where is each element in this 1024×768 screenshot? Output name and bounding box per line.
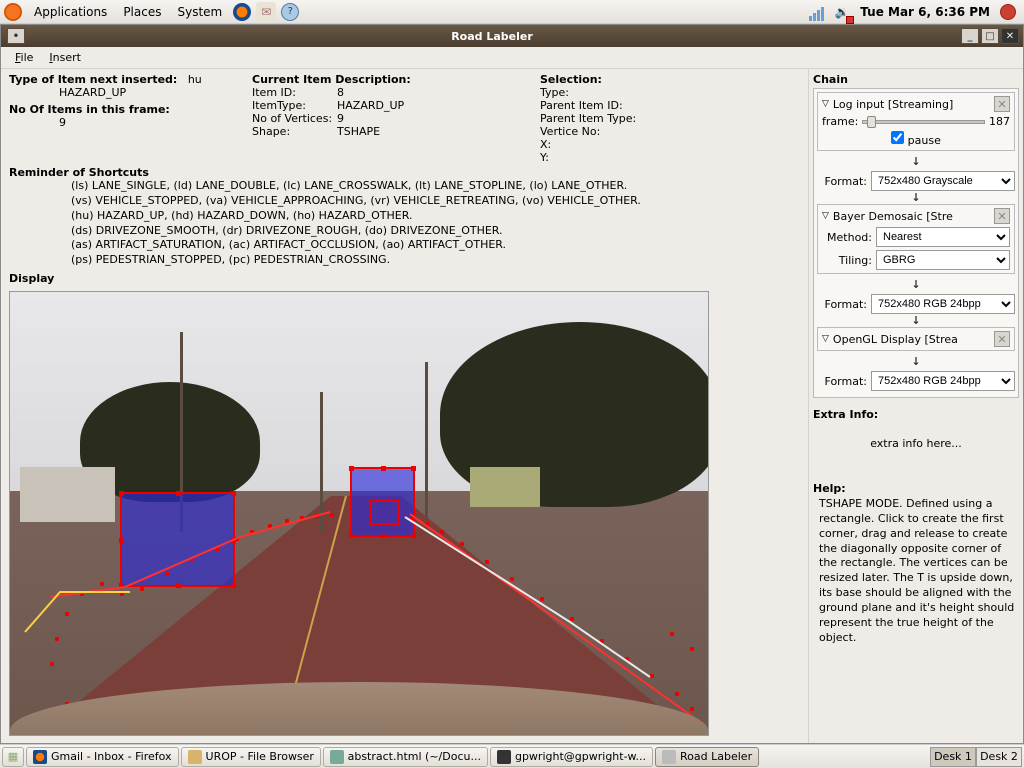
road-labeler-window: • Road Labeler _ □ ✕ File Insert Type of… [0, 24, 1024, 744]
file-menu[interactable]: File [7, 49, 41, 66]
system-menu[interactable]: System [169, 3, 230, 21]
arrow-down-icon: ↓ [817, 278, 1015, 291]
shutdown-icon[interactable] [998, 2, 1018, 22]
frame-value: 187 [989, 115, 1010, 128]
mode-label: Current Mode: [621, 742, 710, 743]
chain-item-opengl: OpenGL Display [Strea [833, 333, 994, 346]
gnome-bottom-panel: ▦ Gmail - Inbox - Firefox UROP - File Br… [0, 744, 1024, 768]
item-id-label: Item ID: [252, 86, 337, 99]
type-inserted-value: HAZARD_UP [9, 86, 234, 99]
tiling-label: Tiling: [822, 254, 872, 267]
image-canvas[interactable] [9, 291, 709, 736]
selection-label: Selection: [540, 73, 636, 86]
shortcuts-title: Reminder of Shortcuts [9, 166, 800, 179]
item-type-value: HAZARD_UP [337, 99, 404, 112]
insert-menu[interactable]: Insert [41, 49, 89, 66]
tiling-select[interactable]: GBRG [876, 250, 1010, 270]
close-icon[interactable]: ✕ [994, 208, 1010, 224]
minimize-button[interactable]: _ [961, 28, 979, 44]
extra-info-text: extra info here... [813, 423, 1019, 464]
collapse-icon[interactable]: ▽ [822, 211, 829, 221]
no-vertices-value: 9 [337, 112, 344, 125]
format-label: Format: [817, 298, 867, 311]
method-select[interactable]: Nearest [876, 227, 1010, 247]
collapse-icon[interactable]: ▽ [822, 99, 829, 109]
extra-info-label: Extra Info: [813, 408, 1019, 421]
task-road-labeler[interactable]: Road Labeler [655, 747, 759, 767]
frame-label: frame: [822, 115, 858, 128]
pause-checkbox[interactable] [891, 131, 904, 144]
right-pane: Chain ▽ Log input [Streaming] ✕ frame: 1… [808, 69, 1023, 743]
annotation-bbox[interactable] [120, 492, 235, 587]
method-label: Method: [822, 231, 872, 244]
mute-badge-icon [846, 16, 854, 24]
current-desc-label: Current Item Description: [252, 73, 522, 86]
gnome-top-panel: Applications Places System ✉ ? 🔉 Tue Mar… [0, 0, 1024, 24]
annotation-bbox[interactable] [370, 500, 400, 525]
messages-label: Messages [9, 742, 417, 743]
display-label: Display [9, 272, 800, 285]
frame-slider[interactable] [862, 120, 985, 124]
arrow-down-icon: ↓ [817, 355, 1015, 368]
window-menu-icon[interactable]: • [7, 28, 25, 44]
sel-parent-id: Parent Item ID: [540, 99, 636, 112]
desk-2[interactable]: Desk 2 [976, 747, 1022, 767]
window-titlebar[interactable]: • Road Labeler _ □ ✕ [1, 25, 1023, 47]
arrow-down-icon: ↓ [817, 314, 1015, 327]
places-menu[interactable]: Places [115, 3, 169, 21]
chain-item-log-input: Log input [Streaming] [833, 98, 994, 111]
arrow-down-icon: ↓ [817, 155, 1015, 168]
item-type-label: ItemType: [252, 99, 337, 112]
shape-label: Shape: [252, 125, 337, 138]
task-terminal[interactable]: gpwright@gpwright-w... [490, 747, 653, 767]
sel-x: X: [540, 138, 636, 151]
chain-title: Chain [813, 73, 1019, 86]
help-launcher-icon[interactable]: ? [280, 2, 300, 22]
clock[interactable]: Tue Mar 6, 6:36 PM [854, 5, 996, 19]
help-text: TSHAPE MODE. Defined using a rectangle. … [813, 497, 1019, 645]
workspace-switcher[interactable]: Desk 1 Desk 2 [930, 747, 1022, 767]
sel-type: Type: [540, 86, 636, 99]
task-urop[interactable]: UROP - File Browser [181, 747, 321, 767]
shape-value: TSHAPE [337, 125, 380, 138]
close-button[interactable]: ✕ [1001, 28, 1019, 44]
desk-1[interactable]: Desk 1 [930, 747, 976, 767]
pause-label: pause [908, 134, 941, 147]
firefox-launcher-icon[interactable] [232, 2, 252, 22]
collapse-icon[interactable]: ▽ [822, 334, 829, 344]
shortcuts-list: (ls) LANE_SINGLE, (ld) LANE_DOUBLE, (lc)… [9, 179, 800, 268]
evolution-launcher-icon[interactable]: ✉ [256, 2, 276, 22]
window-title: Road Labeler [25, 30, 959, 43]
show-desktop-button[interactable]: ▦ [2, 747, 24, 767]
sel-parent-type: Parent Item Type: [540, 112, 636, 125]
no-items-label: No Of Items in this frame: [9, 103, 234, 116]
close-icon[interactable]: ✕ [994, 96, 1010, 112]
task-abstract[interactable]: abstract.html (~/Docu... [323, 747, 488, 767]
left-pane: Type of Item next inserted: hu HAZARD_UP… [1, 69, 808, 743]
ubuntu-logo-icon [4, 3, 22, 21]
format-select-1[interactable]: 752x480 Grayscale [871, 171, 1015, 191]
item-id-value: 8 [337, 86, 344, 99]
type-code: hu [188, 73, 202, 86]
format-label: Format: [817, 175, 867, 188]
network-icon[interactable] [808, 2, 828, 22]
no-vertices-label: No of Vertices: [252, 112, 337, 125]
close-icon[interactable]: ✕ [994, 331, 1010, 347]
task-gmail[interactable]: Gmail - Inbox - Firefox [26, 747, 179, 767]
sel-vertice: Vertice No: [540, 125, 636, 138]
arrow-down-icon: ↓ [817, 191, 1015, 204]
format-select-3[interactable]: 752x480 RGB 24bpp [871, 371, 1015, 391]
app-menubar: File Insert [1, 47, 1023, 69]
no-items-value: 9 [9, 116, 234, 129]
maximize-button[interactable]: □ [981, 28, 999, 44]
chain-item-bayer: Bayer Demosaic [Stre [833, 210, 994, 223]
help-label: Help: [813, 482, 1019, 495]
sel-y: Y: [540, 151, 636, 164]
type-inserted-label: Type of Item next inserted: [9, 73, 177, 86]
volume-icon[interactable]: 🔉 [832, 2, 852, 22]
format-label: Format: [817, 375, 867, 388]
format-select-2[interactable]: 752x480 RGB 24bpp [871, 294, 1015, 314]
applications-menu[interactable]: Applications [26, 3, 115, 21]
